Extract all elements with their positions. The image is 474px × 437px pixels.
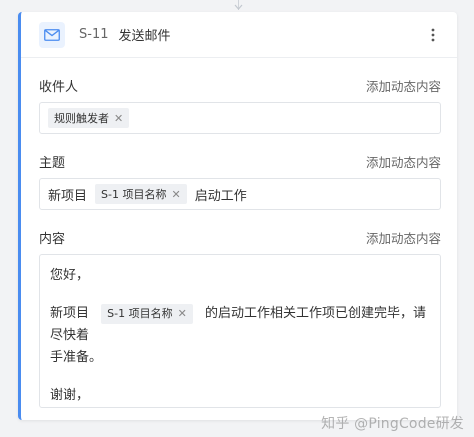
subject-input[interactable]: 新项目 S-1 项目名称 ✕ 启动工作: [39, 178, 441, 210]
vertical-ellipsis-icon: [431, 28, 435, 41]
content-line-prefix: 新项目: [50, 306, 90, 321]
content-variable-tag: S-1 项目名称 ✕: [101, 303, 193, 325]
content-variable-label: S-1 项目名称: [107, 306, 173, 320]
flow-connector-arrow-icon: [234, 4, 243, 10]
recipient-add-dynamic-link[interactable]: 添加动态内容: [366, 76, 441, 95]
content-greeting: 您好，: [50, 268, 90, 283]
recipient-field: 收件人 添加动态内容 规则触发者 ✕: [21, 74, 457, 134]
send-email-step-card[interactable]: S-11 发送邮件 收件人 添加动态内容 规则触发者 ✕ 主题 添加动态内容 新…: [18, 12, 457, 420]
content-add-dynamic-link[interactable]: 添加动态内容: [366, 228, 441, 247]
remove-tag-icon[interactable]: ✕: [171, 188, 180, 201]
content-field: 内容 添加动态内容 您好， 新项目 S-1 项目名称 ✕ 的启动工作相关工作项已…: [21, 226, 457, 408]
watermark: 知乎 @PingCode研发: [321, 416, 464, 432]
subject-label: 主题: [39, 155, 66, 171]
remove-tag-icon[interactable]: ✕: [178, 303, 187, 325]
content-line-continuation: 手准备。: [50, 350, 103, 365]
recipient-label: 收件人: [39, 79, 79, 95]
subject-field: 主题 添加动态内容 新项目 S-1 项目名称 ✕ 启动工作: [21, 150, 457, 210]
content-closing: 谢谢，: [50, 388, 90, 403]
step-title: 发送邮件: [118, 29, 171, 44]
recipient-input[interactable]: 规则触发者 ✕: [39, 102, 441, 134]
subject-prefix-text: 新项目: [48, 188, 88, 204]
mail-icon: [39, 21, 65, 48]
step-header: S-11 发送邮件: [21, 12, 457, 58]
recipient-tag: 规则触发者 ✕: [48, 108, 130, 128]
content-editor[interactable]: 您好， 新项目 S-1 项目名称 ✕ 的启动工作相关工作项已创建完毕，请尽快着 …: [39, 254, 441, 408]
subject-add-dynamic-link[interactable]: 添加动态内容: [366, 152, 441, 171]
remove-tag-icon[interactable]: ✕: [114, 112, 123, 125]
content-label: 内容: [39, 231, 66, 247]
subject-variable-label: S-1 项目名称: [101, 188, 167, 201]
more-options-button[interactable]: [423, 25, 443, 45]
subject-suffix-text: 启动工作: [194, 188, 247, 204]
step-code: S-11: [79, 27, 109, 42]
content-main-line: 新项目 S-1 项目名称 ✕ 的启动工作相关工作项已创建完毕，请尽快着: [50, 303, 432, 347]
subject-variable-tag: S-1 项目名称 ✕: [95, 184, 187, 204]
recipient-tag-label: 规则触发者: [54, 112, 109, 125]
